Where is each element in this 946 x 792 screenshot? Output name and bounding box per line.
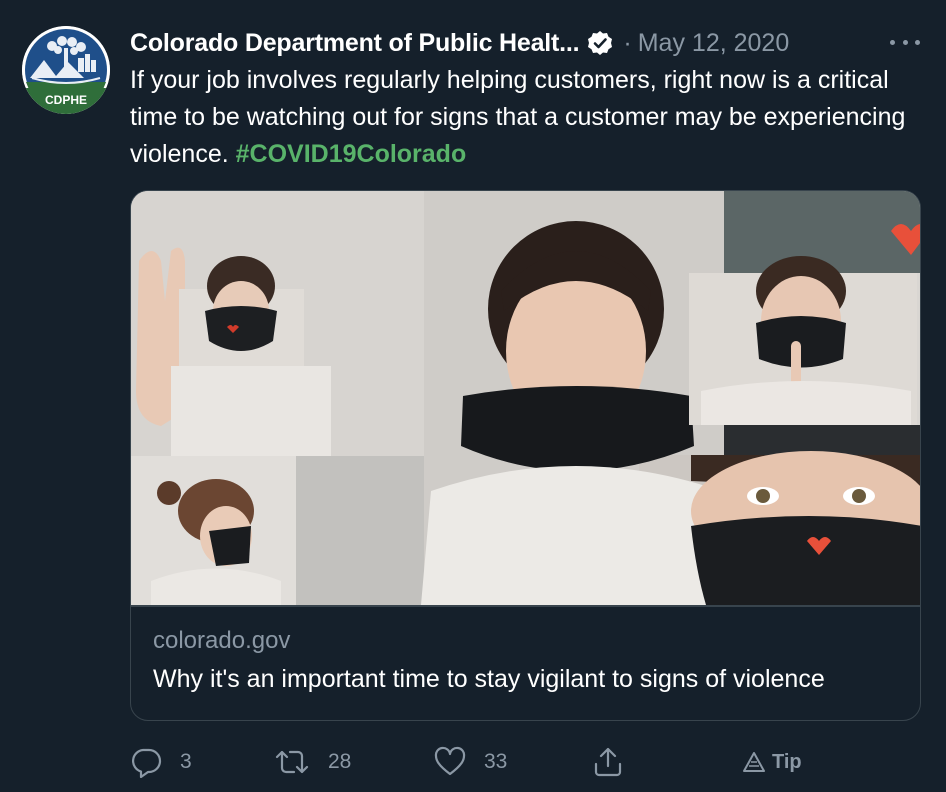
card-title[interactable]: Why it's an important time to stay vigil… [153,665,825,694]
avatar-label: CDPHE [45,93,87,107]
author-name[interactable]: Colorado Department of Public Healt... [130,29,580,58]
tip-icon [743,752,765,772]
reply-icon [132,748,162,778]
tweet-header: Colorado Department of Public Healt... ·… [130,26,789,60]
like-count: 33 [484,750,508,773]
link-card[interactable]: colorado.gov Why it's an important time … [130,190,921,721]
share-icon [594,747,622,777]
tip-label: Tip [772,750,802,773]
retweet-button[interactable]: 28 [274,742,351,782]
heart-icon [434,746,466,776]
share-button[interactable] [592,742,624,782]
like-button[interactable]: 33 [434,742,507,782]
retweet-icon [275,750,309,774]
cdphe-logo-icon: CDPHE [22,26,110,114]
hashtag-link[interactable]: #COVID19Colorado [236,140,467,168]
card-divider [131,605,920,607]
card-image[interactable] [131,191,920,605]
reply-button[interactable]: 3 [130,742,192,782]
tweet-text: If your job involves regularly helping c… [130,62,930,173]
tweet[interactable]: CDPHE Colorado Department of Public Heal… [0,0,946,792]
tip-button[interactable]: Tip [742,742,802,782]
avatar[interactable]: CDPHE [22,26,110,114]
card-domain: colorado.gov [153,627,291,654]
tweet-date[interactable]: May 12, 2020 [638,29,790,58]
header-separator: · [623,28,632,57]
action-bar: 3 28 33 Tip [130,742,930,782]
reply-count: 3 [180,750,192,773]
masked-women-collage-image [131,191,920,605]
verified-badge-icon [587,30,613,56]
retweet-count: 28 [328,750,352,773]
more-options-icon[interactable] [890,30,920,54]
